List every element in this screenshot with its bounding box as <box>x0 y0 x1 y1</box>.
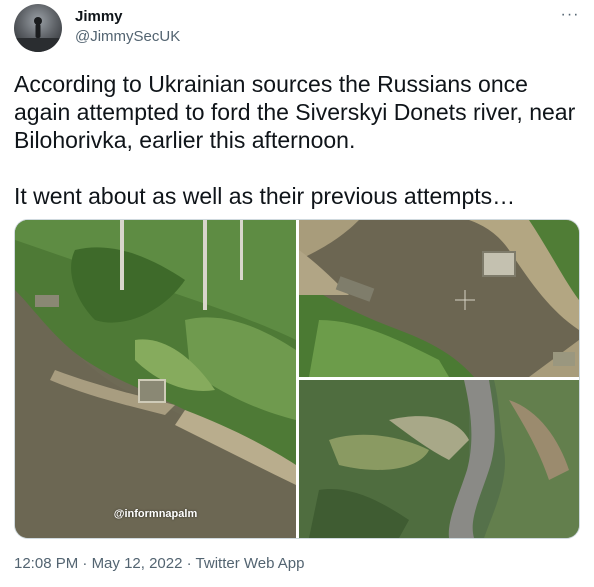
more-options-icon[interactable]: ··· <box>556 4 584 26</box>
avatar[interactable] <box>14 4 62 52</box>
author-handle[interactable]: @JimmySecUK <box>75 28 180 45</box>
photo-aerial-forest[interactable] <box>299 380 579 538</box>
photo-river-vehicles[interactable] <box>299 220 579 377</box>
photo-river-bank-vehicle[interactable]: @informnapalm <box>15 220 296 538</box>
river-vehicles-image <box>299 220 579 377</box>
photo-watermark: @informnapalm <box>113 508 198 520</box>
aerial-forest-image <box>299 380 579 538</box>
avatar-image <box>14 17 62 52</box>
meta-separator: · <box>78 555 92 572</box>
meta-separator: · <box>182 555 196 572</box>
tweet-source: Twitter Web App <box>195 555 305 572</box>
tweet-text: According to Ukrainian sources the Russi… <box>14 71 576 209</box>
tweet-card: Jimmy @JimmySecUK ··· According to Ukrai… <box>0 0 594 587</box>
author-display-name[interactable]: Jimmy <box>75 8 123 25</box>
tweet-date[interactable]: May 12, 2022 <box>92 555 183 572</box>
tweet-meta: 12:08 PM · May 12, 2022 · Twitter Web Ap… <box>14 555 304 572</box>
media-grid: @informnapalm <box>14 219 580 539</box>
tweet-time[interactable]: 12:08 PM <box>14 555 78 572</box>
river-bank-image <box>15 220 296 538</box>
